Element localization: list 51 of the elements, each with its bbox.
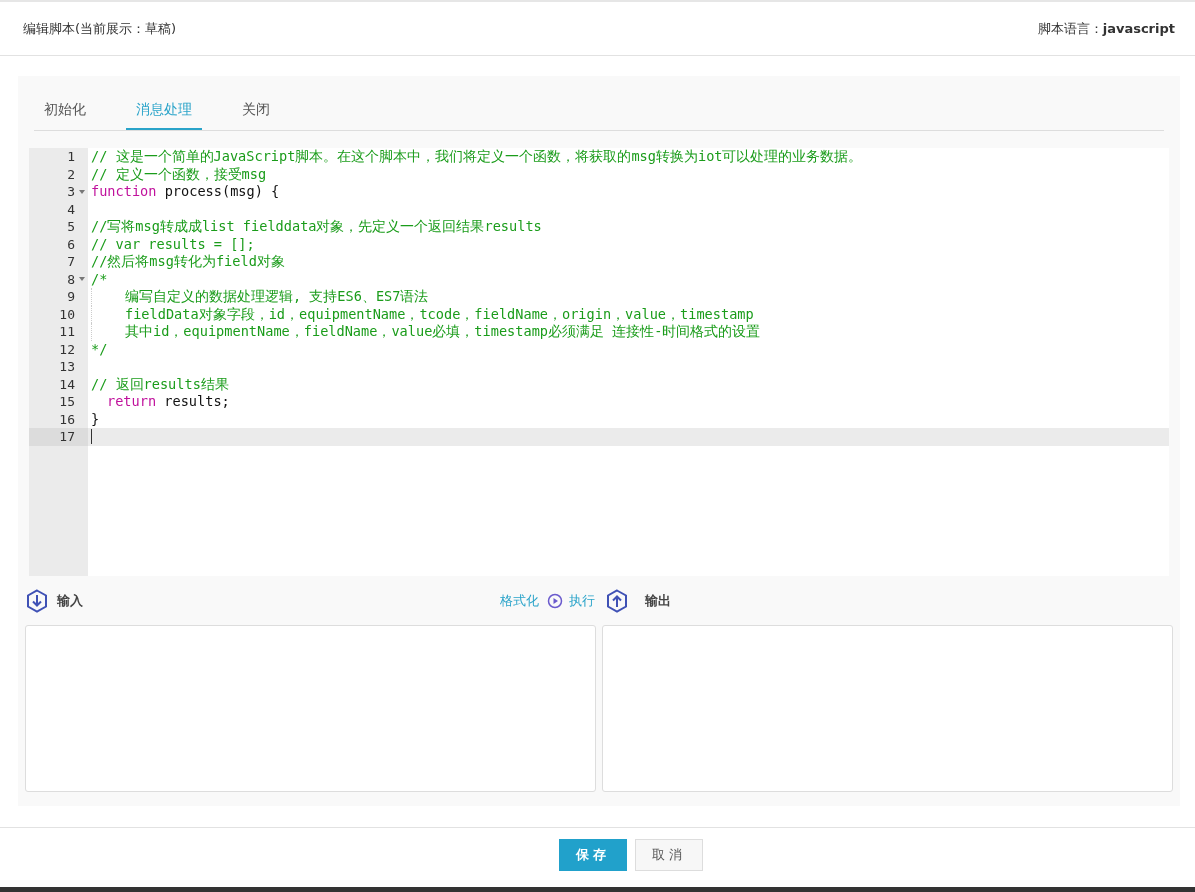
line-number: 9 (67, 289, 75, 305)
tab[interactable]: 消息处理 (126, 90, 202, 130)
line-number: 10 (59, 306, 75, 322)
line-number: 17 (59, 429, 75, 445)
dialog-title: 编辑脚本(当前展示：草稿) (23, 19, 177, 38)
code-line: 其中id，equipmentName，fieldName，value必填，timestamp必须满足 连接性-时间格式的设置 (125, 323, 761, 341)
format-link[interactable]: 格式化 (500, 592, 539, 610)
code-line: // 返回results结果 (91, 375, 229, 393)
cancel-button[interactable]: 取消 (634, 839, 703, 871)
line-number: 2 (67, 166, 75, 182)
code-line: return results; (107, 393, 230, 411)
code-line: // var results = []; (91, 235, 255, 253)
input-label: 输入 (57, 592, 83, 610)
line-number: 4 (67, 201, 75, 217)
input-field[interactable] (25, 625, 596, 792)
code-editor[interactable] (29, 148, 1169, 576)
text-cursor (91, 429, 92, 445)
code-line: } (91, 410, 100, 428)
upload-arrow-icon (605, 588, 629, 614)
run-link[interactable]: 执行 (569, 592, 595, 610)
line-number: 7 (67, 254, 75, 270)
line-number: 14 (59, 376, 75, 392)
language-value: javascript (1102, 20, 1175, 36)
save-button[interactable]: 保存 (558, 839, 627, 871)
output-field[interactable] (602, 625, 1173, 792)
line-number: 12 (59, 341, 75, 357)
line-number: 3 (67, 184, 75, 200)
line-number: 11 (59, 324, 75, 340)
line-number: 16 (59, 411, 75, 427)
download-arrow-icon (25, 588, 49, 614)
fold-caret-icon[interactable] (78, 187, 86, 196)
language-label: 脚本语言： (1037, 20, 1103, 36)
code-line: /* (91, 270, 108, 288)
line-number: 8 (67, 271, 75, 287)
line-number: 15 (59, 394, 75, 410)
code-line: 编写自定义的数据处理逻辑, 支持ES6、ES7语法 (125, 288, 429, 306)
code-line: // 定义一个函数，接受msg (91, 165, 267, 183)
line-number: 6 (67, 236, 75, 252)
code-line: //写将msg转成成list fielddata对象，先定义一个返回结果results (91, 218, 542, 236)
line-number: 13 (59, 359, 75, 375)
line-number: 1 (67, 149, 75, 165)
code-line: //然后将msg转化为field对象 (91, 253, 285, 271)
tab[interactable]: 关闭 (232, 90, 280, 130)
line-number: 5 (67, 219, 75, 235)
code-line: // 这是一个简单的JavaScript脚本。在这个脚本中，我们将定义一个函数，将获取的msg转换为iot可以处理的业务数据。 (91, 148, 863, 166)
tab[interactable]: 初始化 (34, 90, 96, 130)
code-line: */ (91, 340, 108, 358)
play-icon[interactable] (547, 593, 563, 609)
code-line: fieldData对象字段，id，equipmentName，tcode，fieldName，origin，value，timestamp (125, 305, 754, 323)
code-line: function process(msg) { (91, 183, 280, 201)
output-label: 输出 (645, 592, 671, 610)
